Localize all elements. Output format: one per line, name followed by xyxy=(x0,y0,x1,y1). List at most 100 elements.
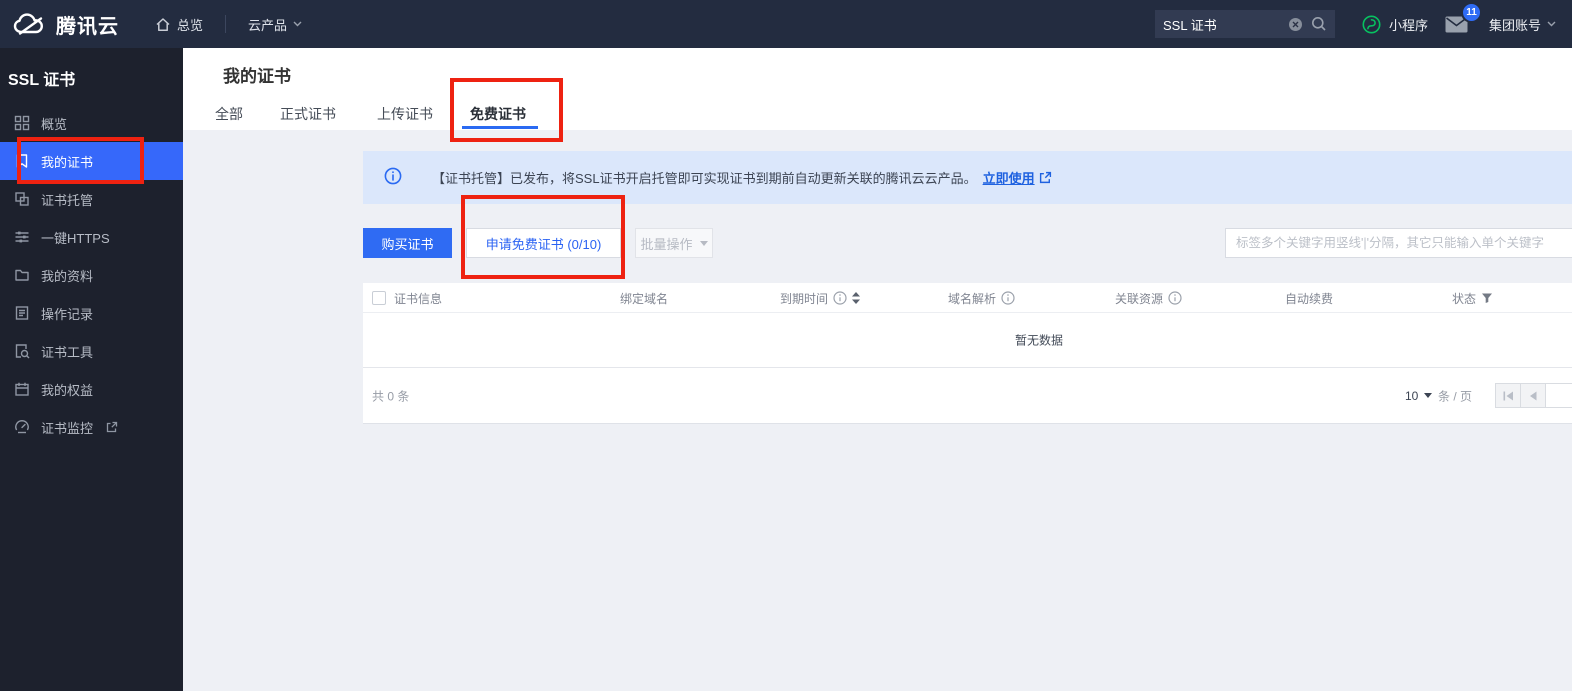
sidebar-item-label: 我的权益 xyxy=(41,380,93,399)
sidebar-item-cert-monitor[interactable]: 证书监控 xyxy=(0,408,183,446)
chevron-down-icon xyxy=(1424,393,1432,398)
navbar-search-box[interactable] xyxy=(1155,10,1335,38)
nav-divider xyxy=(225,15,226,33)
sidebar-item-label: 证书托管 xyxy=(41,190,93,209)
column-status: 状态 xyxy=(1452,283,1493,313)
tag-filter-input[interactable] xyxy=(1225,228,1572,258)
select-all-checkbox[interactable] xyxy=(372,291,386,305)
tab-paid-certificates[interactable]: 正式证书 xyxy=(280,104,336,124)
tab-uploaded-certificates[interactable]: 上传证书 xyxy=(377,104,433,124)
miniprogram-icon xyxy=(1362,15,1381,34)
filter-icon[interactable] xyxy=(1481,292,1493,304)
sidebar-item-operation-log[interactable]: 操作记录 xyxy=(0,294,183,332)
table-footer: 共 0 条 10 条 / 页 xyxy=(363,368,1572,423)
column-bound-domain: 绑定域名 xyxy=(620,283,668,313)
sidebar-item-label: 一键HTTPS xyxy=(41,228,110,247)
nav-account-label: 集团账号 xyxy=(1489,15,1541,34)
nav-messages[interactable]: 11 xyxy=(1445,0,1468,48)
sidebar-item-my-benefits[interactable]: 我的权益 xyxy=(0,370,183,408)
home-icon xyxy=(155,17,171,32)
sidebar-item-label: 概览 xyxy=(41,114,67,133)
brand-logo[interactable]: 腾讯云 xyxy=(12,10,119,39)
sidebar-item-label: 证书工具 xyxy=(41,342,93,361)
stacked-squares-icon xyxy=(14,191,30,207)
sidebar-item-label: 我的证书 xyxy=(41,152,93,171)
nav-products-label: 云产品 xyxy=(248,15,287,34)
chevron-down-icon xyxy=(700,241,708,246)
sidebar-item-label: 操作记录 xyxy=(41,304,93,323)
info-icon[interactable] xyxy=(1001,291,1015,305)
batch-operation-button[interactable]: 批量操作 xyxy=(635,228,713,258)
apply-free-certificate-button[interactable]: 申请免费证书 (0/10) xyxy=(466,228,621,258)
app-window: 腾讯云 总览 云产品 xyxy=(0,0,1572,691)
message-count-badge: 11 xyxy=(1461,2,1482,23)
chevron-down-icon xyxy=(293,21,302,27)
info-icon[interactable] xyxy=(833,291,847,305)
table-empty-state: 暂无数据 xyxy=(363,313,1572,368)
tab-free-certificates[interactable]: 免费证书 xyxy=(470,104,526,124)
page-title: 我的证书 xyxy=(223,62,291,87)
cloud-logo-icon xyxy=(12,12,48,37)
column-expire-time: 到期时间 xyxy=(780,283,860,313)
tab-all[interactable]: 全部 xyxy=(215,104,243,124)
external-link-icon xyxy=(106,421,118,433)
buy-certificate-button[interactable]: 购买证书 xyxy=(363,228,452,258)
search-icon[interactable] xyxy=(1311,16,1327,32)
nav-overview-label: 总览 xyxy=(177,15,203,34)
sidebar-item-overview[interactable]: 概览 xyxy=(0,104,183,142)
banner-text: 【证书托管】已发布，将SSL证书开启托管即可实现证书到期前自动更新关联的腾讯云云… xyxy=(432,168,977,187)
column-associated-resources: 关联资源 xyxy=(1115,283,1182,313)
gauge-icon xyxy=(14,419,30,435)
sort-icon[interactable] xyxy=(852,292,860,304)
column-auto-renew: 自动续费 xyxy=(1285,283,1333,313)
sidebar-item-cert-tools[interactable]: 证书工具 xyxy=(0,332,183,370)
table-header-row: 证书信息 绑定域名 到期时间 域名解析 关联资源 xyxy=(363,283,1572,313)
info-banner: 【证书托管】已发布，将SSL证书开启托管即可实现证书到期前自动更新关联的腾讯云云… xyxy=(363,151,1572,204)
page-unit-label: 条 / 页 xyxy=(1438,387,1472,404)
apply-free-certificate-label: 申请免费证书 (0/10) xyxy=(486,234,602,253)
nav-overview[interactable]: 总览 xyxy=(155,15,203,34)
sidebar-item-my-profile[interactable]: 我的资料 xyxy=(0,256,183,294)
content-header: 我的证书 全部 正式证书 上传证书 免费证书 xyxy=(183,48,1572,130)
pagination-first-button[interactable] xyxy=(1495,383,1521,408)
sidebar-item-label: 我的资料 xyxy=(41,266,93,285)
clear-icon[interactable] xyxy=(1288,17,1303,32)
sliders-icon xyxy=(14,229,30,245)
document-search-icon xyxy=(14,343,30,359)
batch-operation-label: 批量操作 xyxy=(640,234,692,253)
certificates-table: 证书信息 绑定域名 到期时间 域名解析 关联资源 xyxy=(363,283,1572,424)
page-size-dropdown[interactable]: 10 xyxy=(1405,389,1432,403)
folder-icon xyxy=(14,267,30,283)
column-cert-info: 证书信息 xyxy=(394,283,442,313)
pagination-current-page-box[interactable] xyxy=(1545,383,1572,408)
navbar-search-input[interactable] xyxy=(1163,17,1280,32)
sidebar-item-label: 证书监控 xyxy=(41,418,93,437)
document-list-icon xyxy=(14,305,30,321)
bookmark-icon xyxy=(14,153,30,169)
active-tab-underline xyxy=(462,126,538,129)
nav-miniprogram-label: 小程序 xyxy=(1389,15,1428,34)
external-link-icon xyxy=(1039,171,1052,184)
sidebar-menu: 概览 我的证书 证书托管 一键HTTPS xyxy=(0,104,183,446)
sidebar-item-one-click-https[interactable]: 一键HTTPS xyxy=(0,218,183,256)
column-domain-resolution: 域名解析 xyxy=(948,283,1015,313)
buy-certificate-label: 购买证书 xyxy=(381,234,433,253)
sidebar: SSL 证书 概览 我的证书 证书托管 xyxy=(0,48,183,691)
nav-products[interactable]: 云产品 xyxy=(248,15,302,34)
empty-text: 暂无数据 xyxy=(1015,332,1063,349)
page-size-value: 10 xyxy=(1405,389,1418,403)
brand-name: 腾讯云 xyxy=(56,10,119,39)
grid-icon xyxy=(14,115,30,131)
calendar-icon xyxy=(14,381,30,397)
total-count: 共 0 条 xyxy=(372,387,409,404)
sidebar-title: SSL 证书 xyxy=(8,66,75,90)
banner-use-now-link[interactable]: 立即使用 xyxy=(983,168,1035,187)
info-icon[interactable] xyxy=(1168,291,1182,305)
pagination-prev-button[interactable] xyxy=(1520,383,1546,408)
info-icon xyxy=(384,167,402,185)
sidebar-item-my-certificates[interactable]: 我的证书 xyxy=(0,142,183,180)
chevron-down-icon xyxy=(1547,21,1556,27)
nav-account-menu[interactable]: 集团账号 xyxy=(1489,0,1556,48)
sidebar-item-cert-hosting[interactable]: 证书托管 xyxy=(0,180,183,218)
nav-miniprogram[interactable]: 小程序 xyxy=(1362,0,1428,48)
